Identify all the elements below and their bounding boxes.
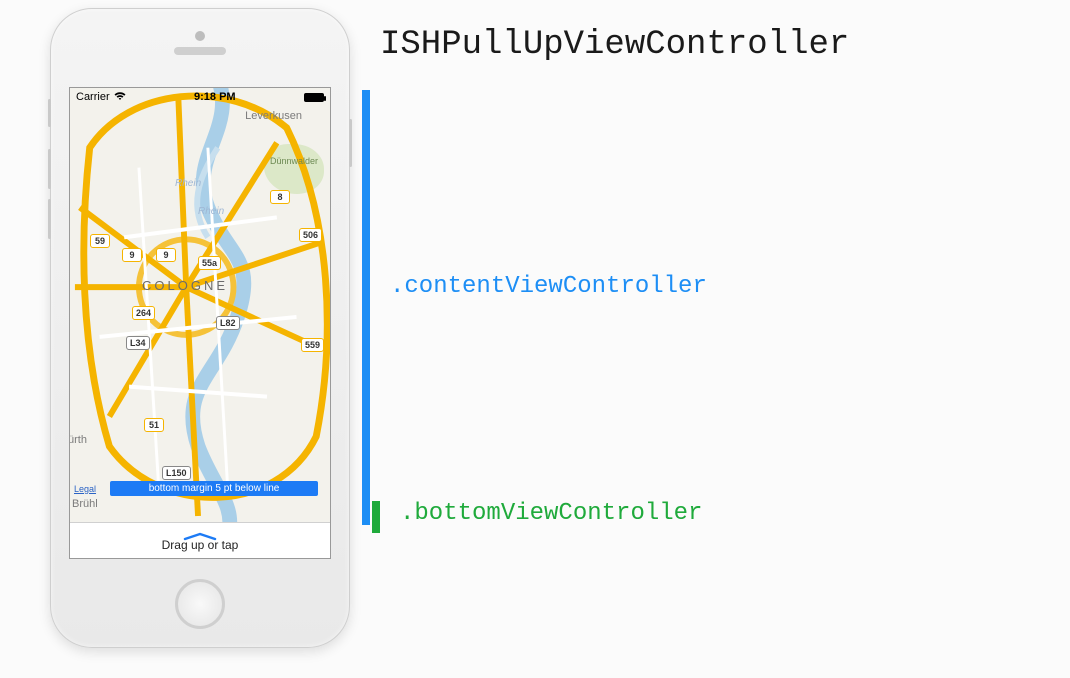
road-shield: 264 xyxy=(132,306,155,320)
legal-link[interactable]: Legal xyxy=(74,484,96,494)
road-shield: 8 xyxy=(270,190,290,204)
town-label: ürth xyxy=(70,434,87,446)
status-bar: Carrier 9:18 PM xyxy=(70,88,330,106)
content-bracket xyxy=(362,90,370,525)
page-title: ISHPullUpViewController xyxy=(380,26,849,64)
road-shield: L82 xyxy=(216,316,240,330)
wifi-icon xyxy=(114,91,126,104)
side-button xyxy=(48,99,51,127)
map-roads xyxy=(70,88,330,522)
road-shield: 9 xyxy=(156,248,176,262)
map-content-view[interactable]: Cologne Leverkusen Dünnwalder ürth Brühl… xyxy=(70,88,330,522)
road-shield: L34 xyxy=(126,336,150,350)
carrier-label: Carrier xyxy=(76,91,110,103)
drag-handle-icon xyxy=(182,528,218,538)
content-annotation: .contentViewController xyxy=(390,273,707,300)
bottom-margin-overlay: bottom margin 5 pt below line xyxy=(110,481,318,496)
camera-dot xyxy=(195,31,205,41)
river-label: Rhein xyxy=(175,178,201,189)
pull-up-bar[interactable]: Drag up or tap xyxy=(70,522,330,558)
road-shield: 559 xyxy=(301,338,324,352)
drag-label: Drag up or tap xyxy=(162,538,239,552)
phone-mockup: Carrier 9:18 PM xyxy=(50,8,350,648)
road-shield: 506 xyxy=(299,228,322,242)
side-button xyxy=(48,149,51,189)
side-button xyxy=(48,199,51,239)
bottom-annotation: .bottomViewController xyxy=(400,500,702,527)
screen: Carrier 9:18 PM xyxy=(69,87,331,559)
bottom-bracket xyxy=(372,501,380,533)
road-shield: L150 xyxy=(162,466,191,480)
home-button[interactable] xyxy=(175,579,225,629)
town-label: Brühl xyxy=(72,498,98,510)
road-shield: 59 xyxy=(90,234,110,248)
road-shield: 55a xyxy=(198,256,221,270)
road-shield: 9 xyxy=(122,248,142,262)
park-label: Dünnwalder xyxy=(270,156,318,166)
time-label: 9:18 PM xyxy=(194,91,236,103)
town-label: Leverkusen xyxy=(245,110,302,122)
battery-icon xyxy=(304,93,324,102)
speaker-grille xyxy=(174,47,226,55)
side-button xyxy=(349,119,352,167)
river-label: Rhein xyxy=(198,206,224,217)
road-shield: 51 xyxy=(144,418,164,432)
city-label: Cologne xyxy=(142,278,228,293)
